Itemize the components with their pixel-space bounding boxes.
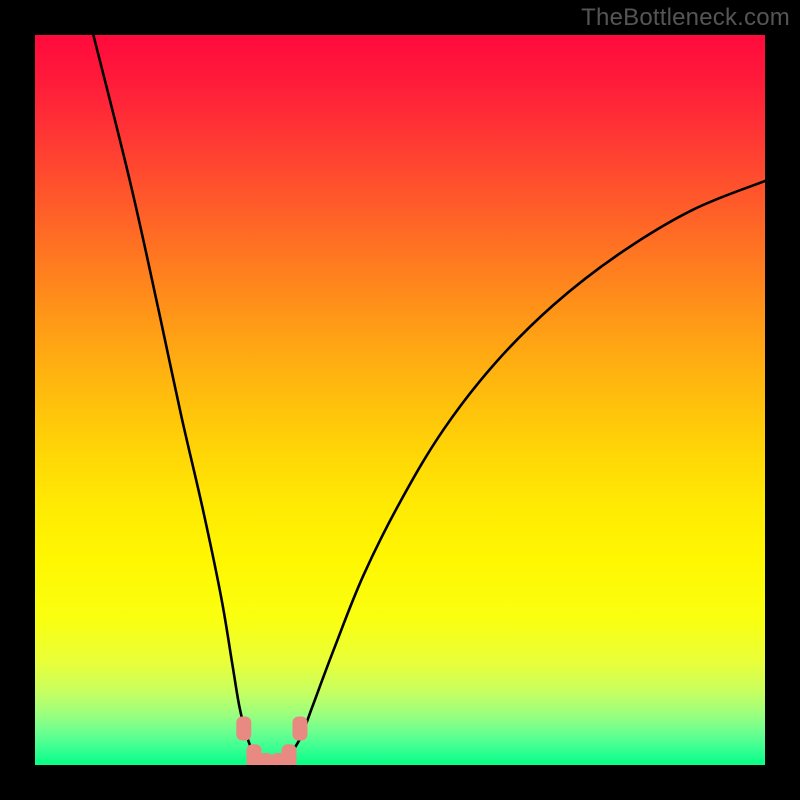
watermark-text: TheBottleneck.com	[581, 4, 790, 32]
data-marker	[292, 717, 307, 741]
data-marker	[236, 717, 251, 741]
marker-layer	[35, 35, 765, 765]
plot-area	[35, 35, 765, 765]
data-marker	[282, 744, 297, 765]
chart-frame: TheBottleneck.com	[0, 0, 800, 800]
